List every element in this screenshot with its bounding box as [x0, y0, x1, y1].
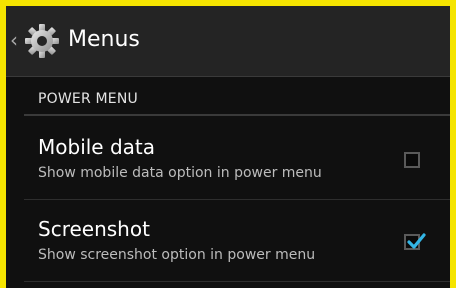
- screenshot-checkbox[interactable]: [404, 233, 426, 250]
- mobile-data-title: Mobile data: [38, 135, 156, 159]
- section-header-power-menu: POWER MENU: [38, 91, 138, 107]
- chevron-left-icon[interactable]: ‹: [10, 30, 18, 50]
- mobile-data-checkbox[interactable]: [404, 152, 420, 168]
- checkmark-icon: [407, 233, 426, 249]
- mobile-data-summary: Show mobile data option in power menu: [38, 165, 322, 181]
- screenshot-title: Screenshot: [38, 217, 150, 241]
- section-divider: [24, 114, 450, 116]
- mobile-data-preference[interactable]: Mobile data Show mobile data option in p…: [24, 124, 450, 196]
- screenshot-summary: Show screenshot option in power menu: [38, 247, 316, 263]
- gear-icon[interactable]: [24, 23, 60, 59]
- row-divider: [24, 199, 450, 200]
- action-bar: ‹ Menus: [6, 6, 450, 77]
- settings-screen: ‹ Menus POWER MENU Mobile data Show mobi…: [6, 6, 450, 288]
- row-divider: [24, 281, 450, 282]
- page-title: Menus: [68, 27, 140, 52]
- screenshot-preference[interactable]: Screenshot Show screenshot option in pow…: [24, 206, 450, 278]
